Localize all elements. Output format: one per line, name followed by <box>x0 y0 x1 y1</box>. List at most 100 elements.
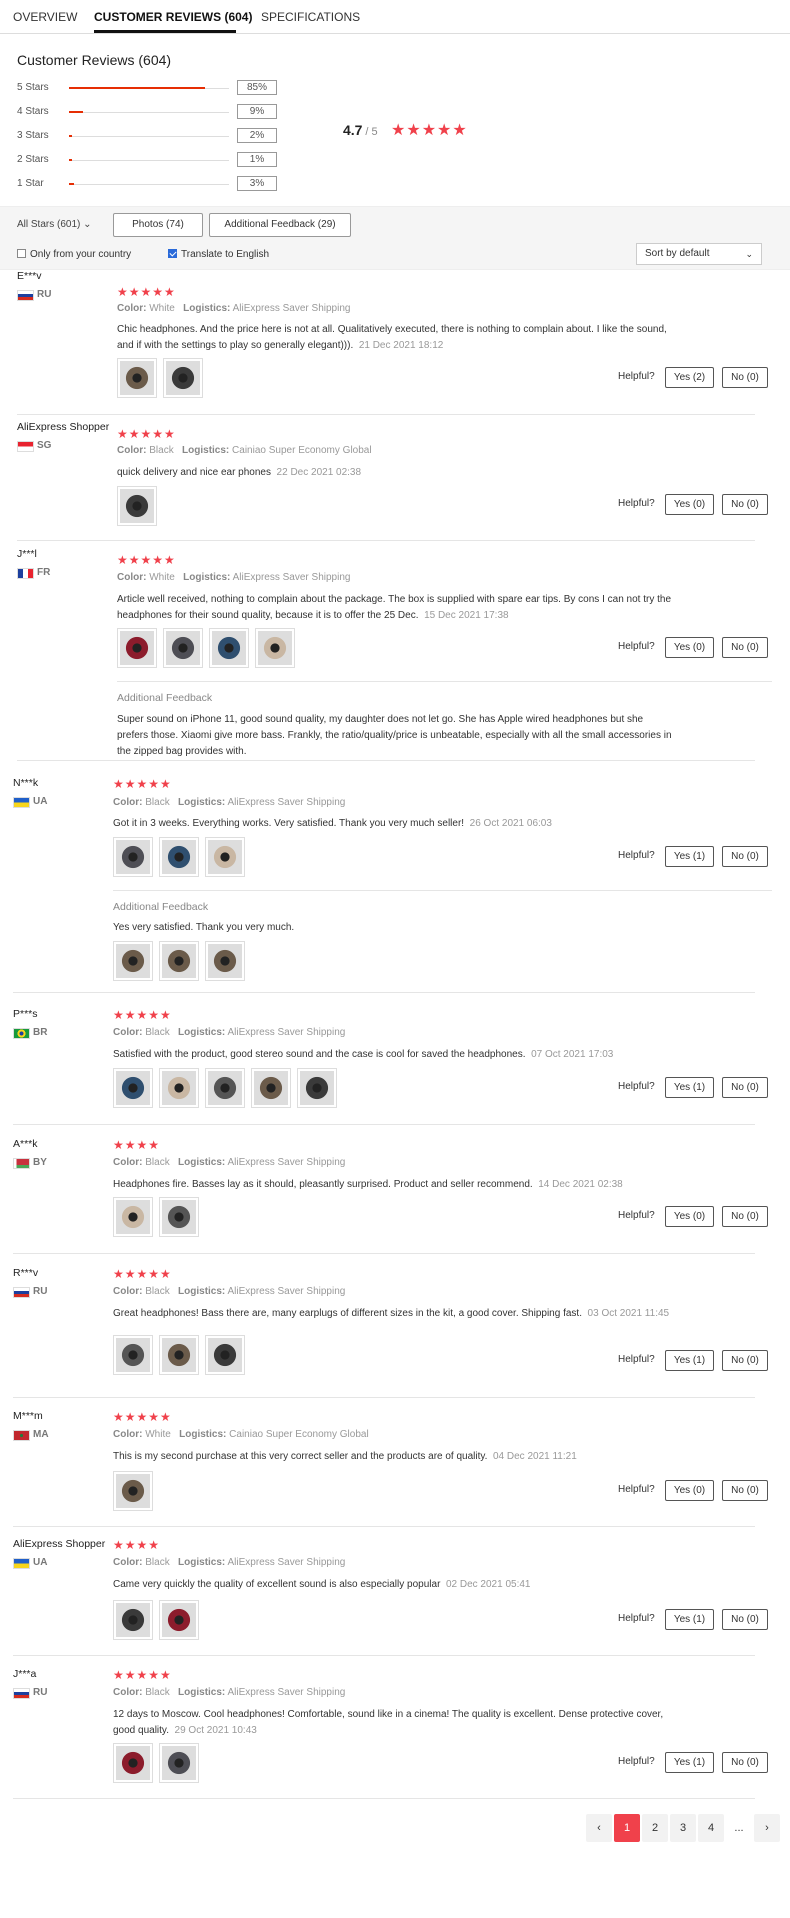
review-photos <box>113 1471 153 1511</box>
reviewer-name: E***v <box>17 270 42 282</box>
prev-page-button[interactable]: ‹ <box>586 1814 612 1842</box>
review-color: White <box>149 303 175 314</box>
tab-specifications[interactable]: SPECIFICATIONS <box>261 10 360 24</box>
helpful-no-button[interactable]: No (0) <box>722 1077 768 1098</box>
review-photo-thumbnail[interactable] <box>297 1068 337 1108</box>
review-photo-thumbnail[interactable] <box>163 358 203 398</box>
review-photo-thumbnail[interactable] <box>113 1743 153 1783</box>
review-color: Black <box>145 1157 170 1168</box>
reviewer-country: MA <box>33 1429 49 1440</box>
tab-overview[interactable]: OVERVIEW <box>13 10 77 24</box>
histogram-label: 2 Stars <box>17 154 49 165</box>
review-date: 02 Dec 2021 05:41 <box>445 1579 531 1590</box>
review-summary: Customer Reviews (604) 5 Stars 85% 4 Stars… <box>0 34 790 206</box>
reviewer-name: J***l <box>17 548 37 560</box>
next-page-button[interactable]: › <box>754 1814 780 1842</box>
helpful-no-button[interactable]: No (0) <box>722 846 768 867</box>
review-photo-thumbnail[interactable] <box>113 1197 153 1237</box>
helpful-no-button[interactable]: No (0) <box>722 367 768 388</box>
review-photo-thumbnail[interactable] <box>159 1335 199 1375</box>
review-divider <box>17 414 755 415</box>
review-stars-icon: ★★★★★ <box>113 1267 172 1281</box>
star-filter-select[interactable]: All Stars (601) ⌄ <box>17 219 92 230</box>
review-text: Headphones fire. Basses lay as it should… <box>113 1177 677 1193</box>
review-photo-thumbnail[interactable] <box>255 628 295 668</box>
review-photo-thumbnail[interactable] <box>159 1743 199 1783</box>
helpful-yes-button[interactable]: Yes (0) <box>665 494 714 515</box>
review-divider <box>17 760 755 761</box>
helpful-label: Helpful? <box>618 1756 655 1767</box>
star-filter-label: All Stars (601) <box>17 219 81 230</box>
review-photo-thumbnail[interactable] <box>113 1600 153 1640</box>
reviewer-country: RU <box>33 1687 48 1698</box>
review-photo-thumbnail[interactable] <box>251 1068 291 1108</box>
review-photo-thumbnail[interactable] <box>159 1068 199 1108</box>
translate-checkbox[interactable]: Translate to English <box>168 249 269 260</box>
review-photo-thumbnail[interactable] <box>113 941 153 981</box>
review-photo-thumbnail[interactable] <box>159 1600 199 1640</box>
review-divider <box>13 1655 755 1656</box>
review-photo-thumbnail[interactable] <box>159 941 199 981</box>
review-photo-thumbnail[interactable] <box>117 628 157 668</box>
page-3-button[interactable]: 3 <box>670 1814 696 1842</box>
page-2-button[interactable]: 2 <box>642 1814 668 1842</box>
review-meta: Color: Black Logistics: AliExpress Saver… <box>113 1687 345 1698</box>
reviewer-country: BR <box>33 1027 48 1038</box>
review-photo-thumbnail[interactable] <box>205 941 245 981</box>
review-stars-icon: ★★★★★ <box>113 777 172 791</box>
helpful-no-button[interactable]: No (0) <box>722 1350 768 1371</box>
review-photo-thumbnail[interactable] <box>113 1471 153 1511</box>
review-photo-thumbnail[interactable] <box>159 837 199 877</box>
helpful-yes-button[interactable]: Yes (1) <box>665 1077 714 1098</box>
review-color: Black <box>145 1557 170 1568</box>
helpful-yes-button[interactable]: Yes (2) <box>665 367 714 388</box>
helpful-no-button[interactable]: No (0) <box>722 1752 768 1773</box>
logistics-label: Logistics: <box>178 1157 226 1168</box>
review-photo-thumbnail[interactable] <box>117 486 157 526</box>
photos-filter-button[interactable]: Photos (74) <box>113 213 203 237</box>
only-country-checkbox[interactable]: Only from your country <box>17 249 131 260</box>
review-photos <box>113 1068 337 1108</box>
review-photo-thumbnail[interactable] <box>113 1068 153 1108</box>
helpful-no-button[interactable]: No (0) <box>722 1609 768 1630</box>
page-1-button[interactable]: 1 <box>614 1814 640 1842</box>
additional-feedback-filter-button[interactable]: Additional Feedback (29) <box>209 213 351 237</box>
helpful-yes-button[interactable]: Yes (0) <box>665 1206 714 1227</box>
review-logistics: AliExpress Saver Shipping <box>227 1286 346 1297</box>
active-tab-indicator <box>94 30 236 33</box>
helpful-yes-button[interactable]: Yes (1) <box>665 1609 714 1630</box>
helpful-label: Helpful? <box>618 1354 655 1365</box>
tab-customer-reviews[interactable]: CUSTOMER REVIEWS (604) <box>94 10 252 24</box>
reviewer-name: P***s <box>13 1008 38 1020</box>
histogram-label: 1 Star <box>17 178 44 189</box>
review-photo-thumbnail[interactable] <box>117 358 157 398</box>
helpful-no-button[interactable]: No (0) <box>722 1206 768 1227</box>
helpful-yes-button[interactable]: Yes (1) <box>665 1350 714 1371</box>
review-photo-thumbnail[interactable] <box>209 628 249 668</box>
sort-select[interactable]: Sort by default ⌄ <box>636 243 762 265</box>
review-stars-icon: ★★★★★ <box>113 1410 172 1424</box>
review-date: 14 Dec 2021 02:38 <box>538 1179 623 1190</box>
review-divider <box>13 992 755 993</box>
page-4-button[interactable]: 4 <box>698 1814 724 1842</box>
helpful-yes-button[interactable]: Yes (0) <box>665 637 714 658</box>
helpful-yes-button[interactable]: Yes (1) <box>665 846 714 867</box>
helpful-no-button[interactable]: No (0) <box>722 1480 768 1501</box>
checkbox-unchecked-icon[interactable] <box>17 249 26 258</box>
review-date: 22 Dec 2021 02:38 <box>276 467 362 478</box>
review-photo-thumbnail[interactable] <box>205 1335 245 1375</box>
review-photo-thumbnail[interactable] <box>159 1197 199 1237</box>
review-meta: Color: White Logistics: AliExpress Saver… <box>117 572 350 583</box>
helpful-no-button[interactable]: No (0) <box>722 637 768 658</box>
color-label: Color: <box>113 1286 143 1297</box>
review-photo-thumbnail[interactable] <box>113 1335 153 1375</box>
review-photo-thumbnail[interactable] <box>205 1068 245 1108</box>
review-photo-thumbnail[interactable] <box>113 837 153 877</box>
review-photo-thumbnail[interactable] <box>205 837 245 877</box>
color-label: Color: <box>113 1157 143 1168</box>
helpful-yes-button[interactable]: Yes (0) <box>665 1480 714 1501</box>
review-photo-thumbnail[interactable] <box>163 628 203 668</box>
helpful-no-button[interactable]: No (0) <box>722 494 768 515</box>
helpful-yes-button[interactable]: Yes (1) <box>665 1752 714 1773</box>
checkbox-checked-icon[interactable] <box>168 249 177 258</box>
